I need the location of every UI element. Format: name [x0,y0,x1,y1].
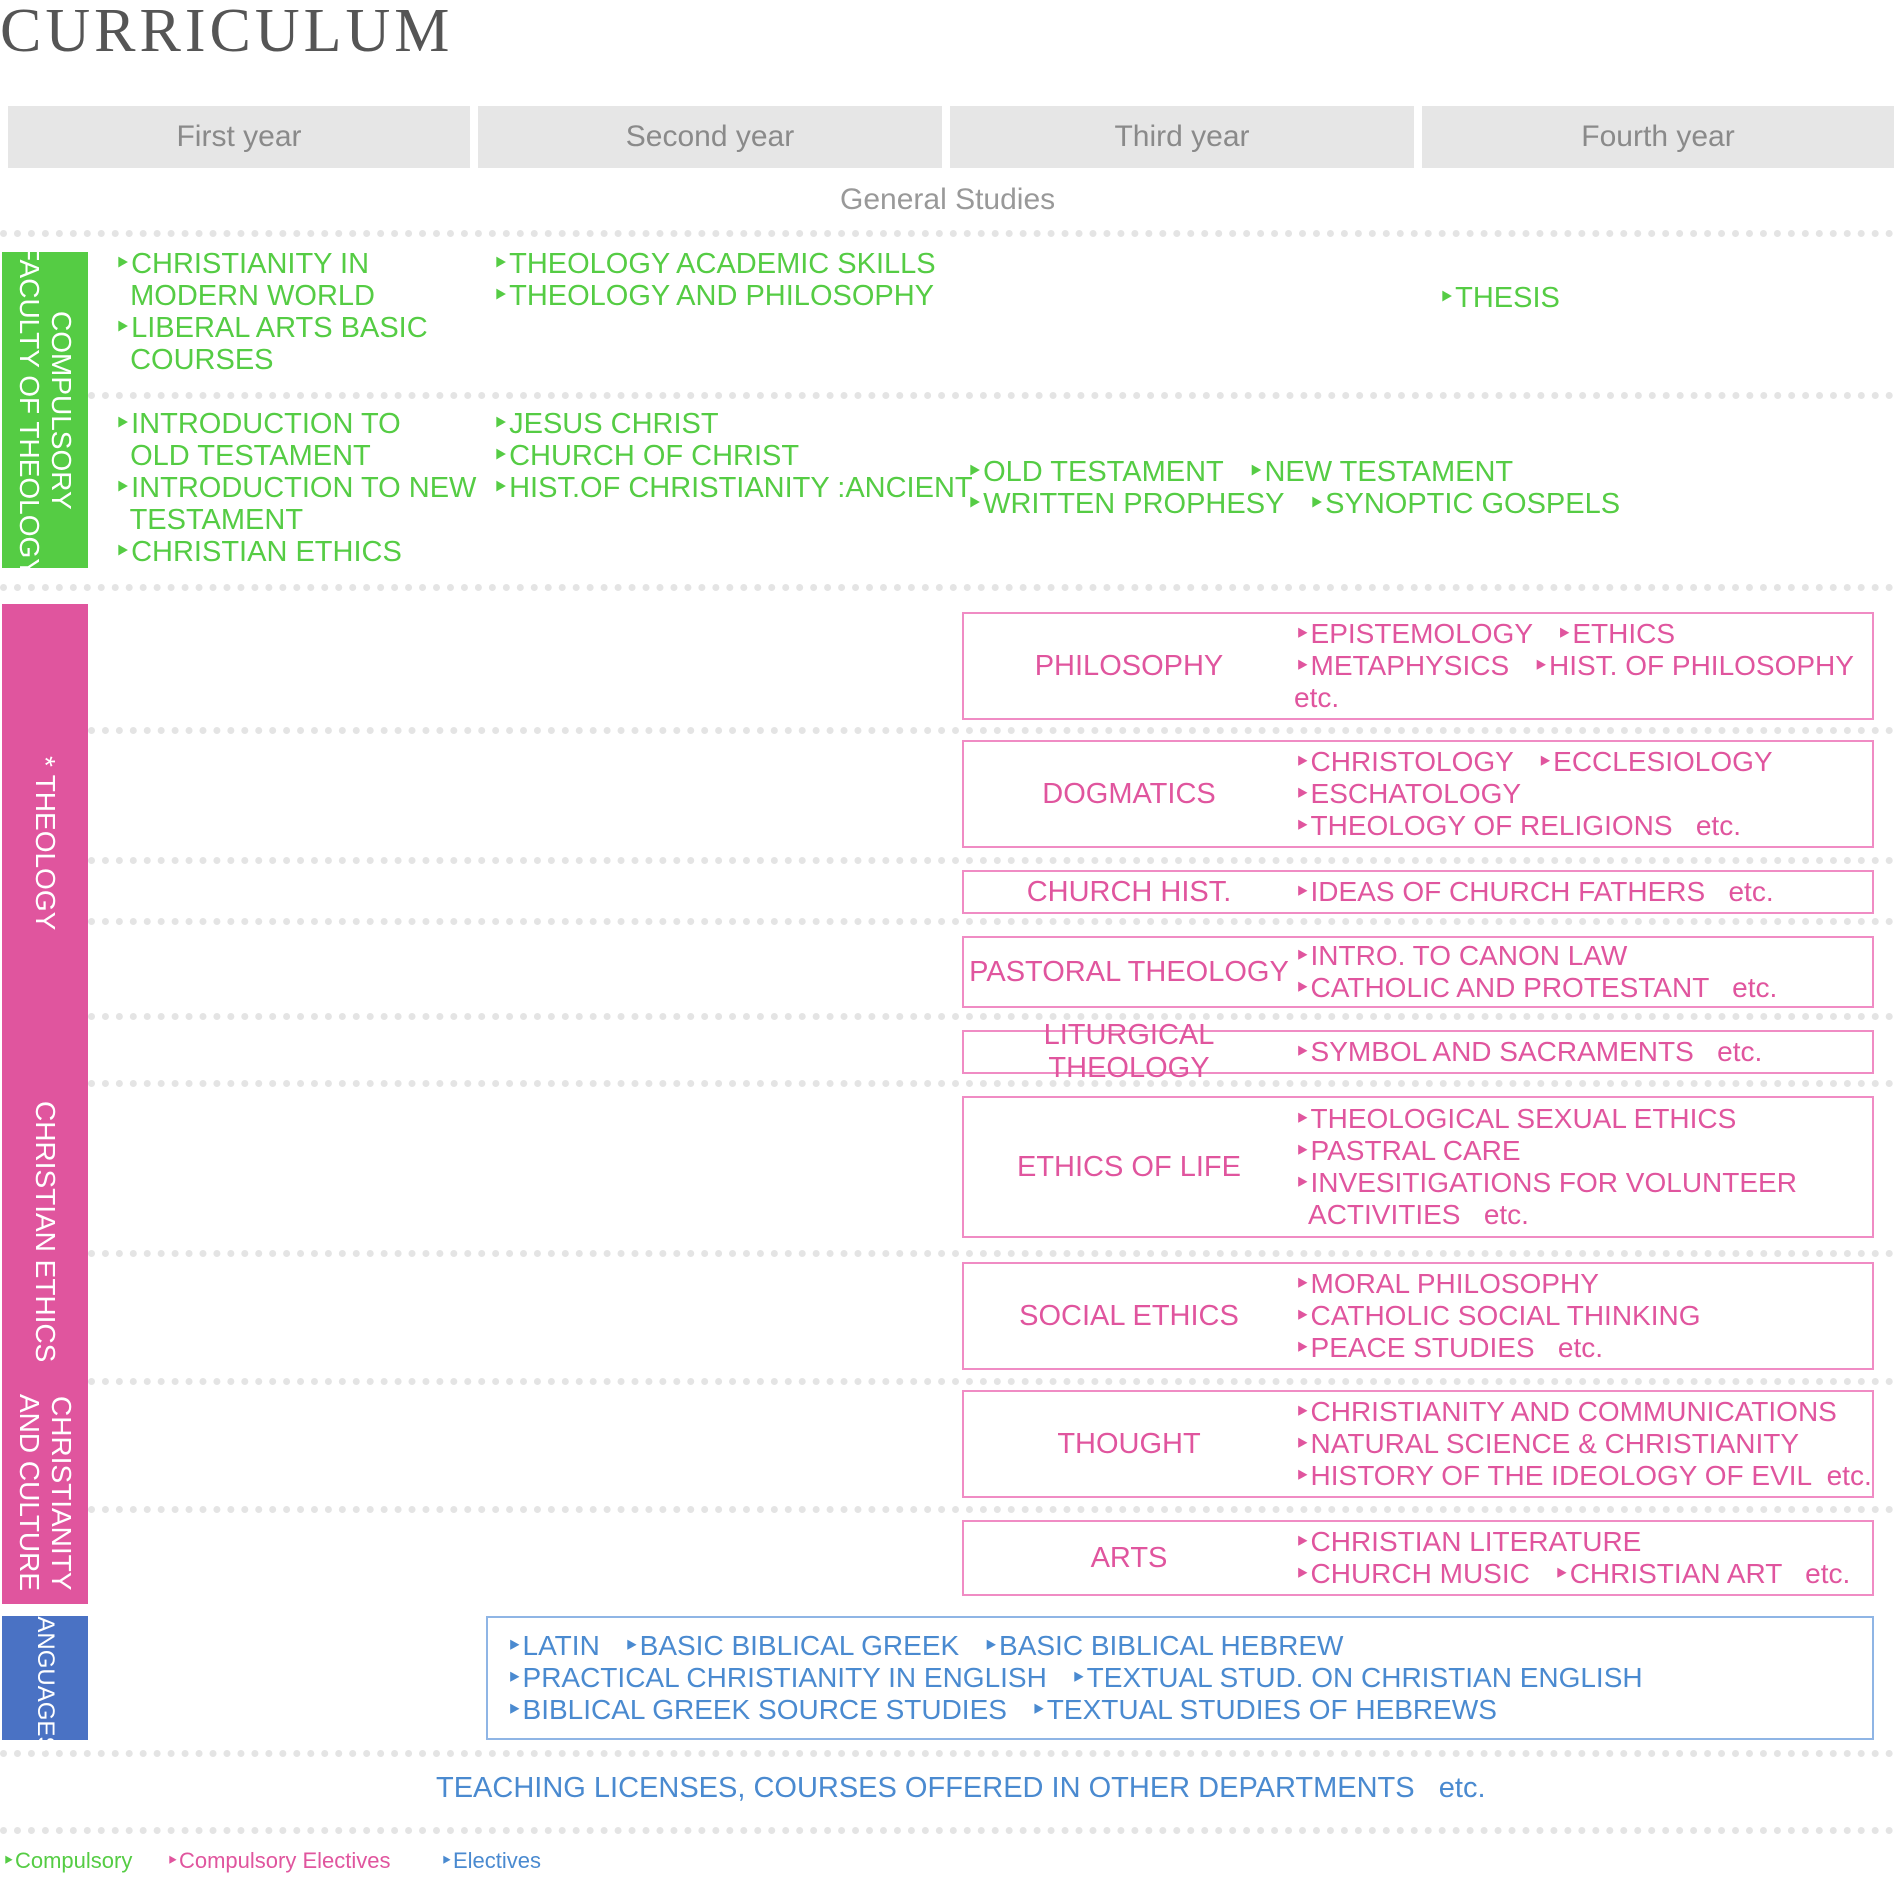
elective-box-name: ARTS [1090,1541,1168,1574]
year-header-1: First year [8,106,470,168]
christian-ethics-band-label: CHRISTIAN ETHICS [30,1101,62,1363]
divider [0,230,1894,237]
languages-band: LANGUAGES [2,1603,88,1753]
theology-band: * THEOLOGY [2,604,88,1082]
divider [88,918,1894,925]
elective-box-ethics-of-life: ETHICS OF LIFE ‣THEOLOGICAL SEXUAL ETHIC… [962,1096,1874,1238]
elective-box-name: PASTORAL THEOLOGY [969,955,1289,988]
compulsory-row2-year34: ‣OLD TESTAMENT ‣NEW TESTAMENT ‣WRITTEN P… [966,456,1621,520]
other-courses-note: TEACHING LICENSES, COURSES OFFERED IN OT… [436,1772,1486,1804]
theology-band-label: * THEOLOGY [29,756,61,930]
elective-box-pastoral-theology: PASTORAL THEOLOGY ‣INTRO. TO CANON LAW ‣… [962,936,1874,1008]
elective-box-name: THOUGHT [1057,1427,1201,1460]
elective-box-items: ‣CHRISTIAN LITERATURE ‣CHURCH MUSIC ‣CHR… [1294,1526,1851,1589]
theology-mark: * [30,755,62,767]
elective-box-name: DOGMATICS [1042,777,1216,810]
elective-box-dogmatics: DOGMATICS ‣CHRISTOLOGY ‣ECCLESIOLOGY ‣ES… [962,740,1874,848]
languages-box: ‣LATIN ‣BASIC BIBLICAL GREEK ‣BASIC BIBL… [486,1616,1874,1740]
compulsory-row1-year1: ‣CHRISTIANITY IN MODERN WORLD ‣LIBERAL A… [114,248,428,376]
elective-box-items: ‣EPISTEMOLOGY ‣ETHICS ‣METAPHYSICS ‣HIST… [1294,618,1854,713]
elective-box-items: ‣CHRISTOLOGY ‣ECCLESIOLOGY ‣ESCHATOLOGY … [1294,746,1773,841]
compulsory-row1-year2: ‣THEOLOGY ACADEMIC SKILLS ‣THEOLOGY AND … [492,248,936,312]
elective-box-items: ‣SYMBOL AND SACRAMENTS etc. [1294,1036,1763,1067]
divider [88,1378,1894,1385]
compulsory-row1-thesis: ‣THESIS [1438,282,1560,314]
elective-box-name: LITURGICAL THEOLOGY [1043,1019,1215,1084]
divider [88,1506,1894,1513]
legend-compulsory-electives: ‣Compulsory Electives [166,1848,391,1873]
elective-box-name: CHURCH HIST. [1026,875,1232,908]
divider [0,584,1894,591]
languages-band-label: LANGUAGES [31,1603,59,1753]
elective-box-thought: THOUGHT ‣CHRISTIANITY AND COMMUNICATIONS… [962,1390,1874,1498]
elective-box-items: ‣MORAL PHILOSOPHY ‣CATHOLIC SOCIAL THINK… [1294,1268,1701,1363]
divider [0,1827,1894,1834]
elective-box-items: ‣CHRISTIANITY AND COMMUNICATIONS ‣NATURA… [1294,1396,1872,1491]
elective-box-social-ethics: SOCIAL ETHICS ‣MORAL PHILOSOPHY ‣CATHOLI… [962,1262,1874,1370]
divider [88,392,1894,399]
theology-label: THEOLOGY [30,774,62,931]
christian-ethics-band: CHRISTIAN ETHICS [2,1082,88,1382]
year-header-3: Third year [950,106,1414,168]
compulsory-row2-year2: ‣JESUS CHRIST ‣CHURCH OF CHRIST ‣HIST.OF… [492,408,973,504]
compulsory-band: COMPULSORY FACULTY OF THEOLOGY [2,244,88,576]
compulsory-row2-year1: ‣INTRODUCTION TO OLD TESTAMENT ‣INTRODUC… [114,408,477,568]
year-header-4: Fourth year [1422,106,1894,168]
elective-box-name: SOCIAL ETHICS [1019,1299,1239,1332]
elective-box-liturgical-theology: LITURGICAL THEOLOGY ‣SYMBOL AND SACRAMEN… [962,1019,1874,1084]
divider [0,1750,1894,1757]
compulsory-band-label: COMPULSORY FACULTY OF THEOLOGY [14,243,78,577]
general-studies-label: General Studies [840,183,1056,216]
elective-box-items: ‣IDEAS OF CHURCH FATHERS etc. [1294,876,1774,907]
christianity-culture-band: CHRISTIANITY AND CULTURE [2,1382,88,1604]
legend-electives: ‣Electives [440,1848,542,1873]
legend-compulsory: ‣Compulsory [2,1848,133,1873]
year-header-2: Second year [478,106,942,168]
elective-box-name: ETHICS OF LIFE [1017,1150,1241,1183]
elective-box-philosophy: PHILOSOPHY ‣EPISTEMOLOGY ‣ETHICS ‣METAPH… [962,612,1874,720]
page-title: CURRICULUM [0,0,454,65]
elective-box-church-hist: CHURCH HIST. ‣IDEAS OF CHURCH FATHERS et… [962,870,1874,914]
elective-box-items: ‣INTRO. TO CANON LAW ‣CATHOLIC AND PROTE… [1294,940,1778,1003]
elective-box-name: PHILOSOPHY [1034,649,1224,682]
christianity-culture-band-label: CHRISTIANITY AND CULTURE [14,1394,78,1592]
elective-box-arts: ARTS ‣CHRISTIAN LITERATURE ‣CHURCH MUSIC… [962,1520,1874,1596]
elective-box-items: ‣THEOLOGICAL SEXUAL ETHICS ‣PASTRAL CARE… [1294,1103,1797,1230]
divider [88,727,1894,734]
divider [88,1250,1894,1257]
divider [88,857,1894,864]
